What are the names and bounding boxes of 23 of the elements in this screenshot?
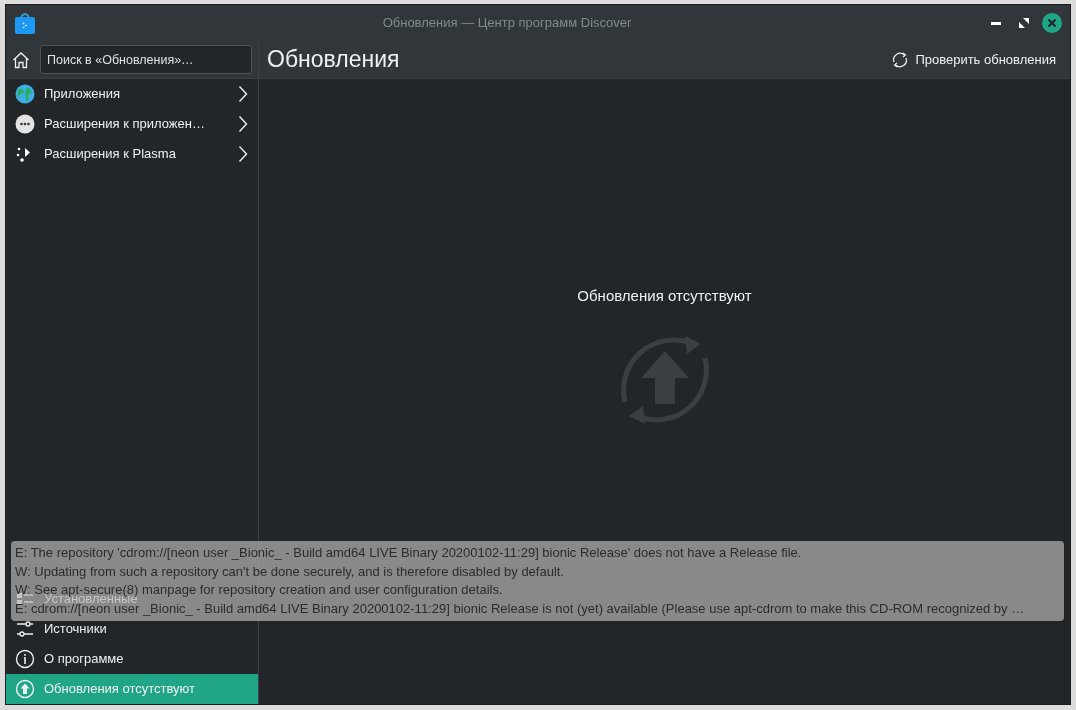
update-icon bbox=[15, 679, 35, 699]
close-button[interactable] bbox=[1042, 13, 1062, 33]
empty-message: Обновления отсутствуют bbox=[577, 286, 752, 306]
sidebar-item[interactable]: О программе bbox=[6, 644, 258, 674]
sidebar-item[interactable]: Расширения к приложен… bbox=[6, 109, 258, 139]
check-updates-button[interactable]: Проверить обновления bbox=[885, 47, 1062, 72]
chevron-icon bbox=[238, 145, 248, 163]
globe-icon bbox=[15, 84, 35, 104]
chevron-icon bbox=[238, 85, 248, 103]
sidebar-item[interactable]: Приложения bbox=[6, 79, 258, 109]
minimize-button[interactable] bbox=[991, 21, 1001, 25]
window-title: Обновления — Центр программ Discover bbox=[381, 14, 633, 33]
sidebar-item[interactable]: Расширения к Plasma bbox=[6, 139, 258, 169]
sliders-icon bbox=[15, 619, 35, 639]
search-field[interactable]: Поиск в «Обновления»… bbox=[40, 45, 252, 74]
more-icon bbox=[15, 114, 35, 134]
info-icon bbox=[15, 649, 35, 669]
refresh-icon bbox=[891, 50, 910, 69]
home-icon[interactable] bbox=[12, 50, 30, 69]
maximize-button[interactable] bbox=[1019, 18, 1029, 28]
page-title: Обновления bbox=[267, 45, 401, 75]
chevron-icon bbox=[238, 115, 248, 133]
app-icon bbox=[14, 11, 36, 35]
